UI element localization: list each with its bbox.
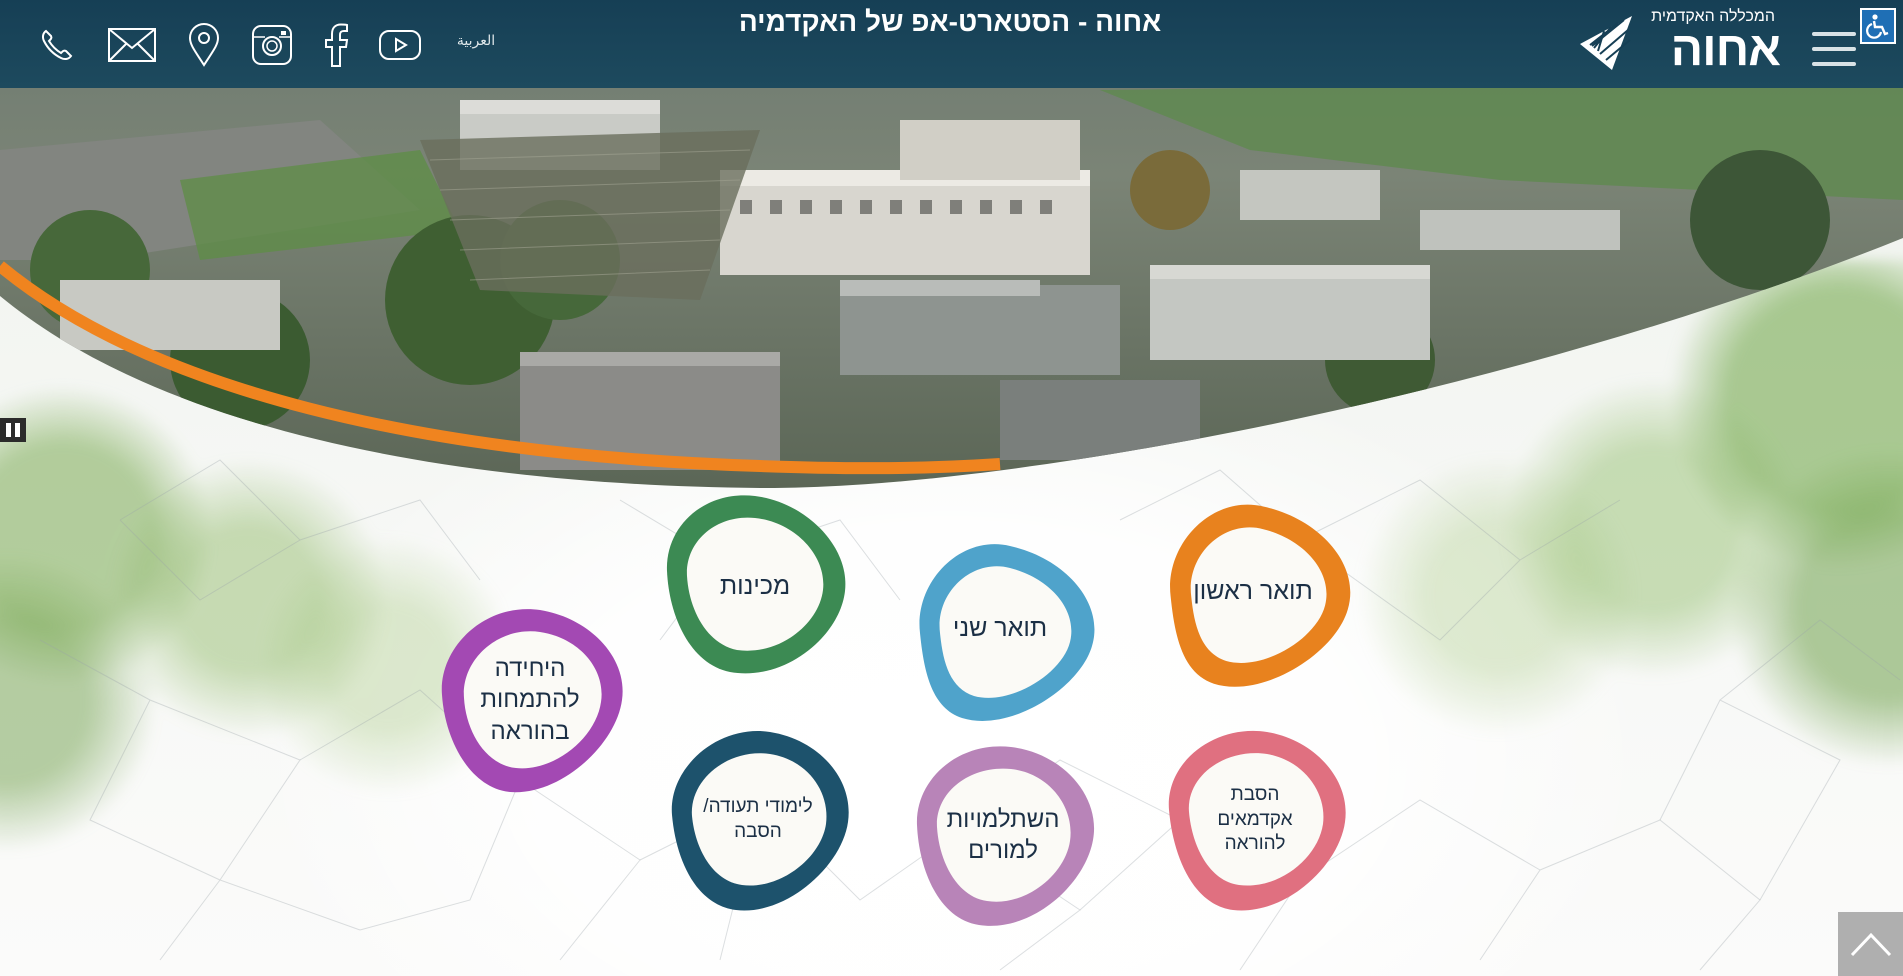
scroll-to-top-button[interactable] <box>1838 912 1903 976</box>
program-label: מכינות <box>719 571 791 600</box>
logo-name: אחוה <box>1670 23 1781 76</box>
instagram-icon[interactable] <box>248 22 296 68</box>
hamburger-line <box>1812 32 1856 36</box>
program-academic-retraining-button[interactable]: הסבת אקדמאים להוראה <box>1155 720 1355 920</box>
program-teaching-specialization-button[interactable]: היחידה להתמחות בהוראה <box>430 600 630 800</box>
program-label: השתלמויות למורים <box>946 805 1060 864</box>
mail-icon[interactable] <box>104 22 160 68</box>
facebook-icon[interactable] <box>316 22 356 68</box>
program-certificate-studies-button[interactable]: לימודי תעודה/ הסבה <box>658 720 858 920</box>
hamburger-menu-button[interactable] <box>1812 32 1856 70</box>
program-teacher-development-button[interactable]: השתלמויות למורים <box>903 735 1103 935</box>
program-label: הסבת אקדמאים להוראה <box>1217 783 1293 855</box>
phone-icon[interactable] <box>32 22 82 68</box>
site-title: אחוה - הסטארט-אפ של האקדמיה <box>738 6 1162 37</box>
program-label: היחידה להתמחות בהוראה <box>480 655 580 745</box>
program-label: לימודי תעודה/ הסבה <box>703 796 813 842</box>
program-label: תואר ראשון <box>1193 576 1313 605</box>
hamburger-line <box>1812 47 1856 51</box>
location-pin-icon[interactable] <box>180 22 228 68</box>
pause-icon[interactable] <box>0 418 26 442</box>
youtube-icon[interactable] <box>376 22 424 68</box>
hamburger-line <box>1812 62 1856 66</box>
program-preparatory-button[interactable]: מכינות <box>655 486 855 686</box>
arabic-language-link[interactable]: العربية <box>446 33 506 49</box>
chevron-up-icon <box>1850 932 1891 957</box>
program-second-degree-button[interactable]: תואר שני <box>900 528 1100 728</box>
program-first-degree-button[interactable]: תואר ראשון <box>1150 488 1356 694</box>
program-label: תואר שני <box>952 613 1048 642</box>
header-bar: العربية אחוה - הסטארט-אפ של האקדמיה המכל… <box>0 0 1903 88</box>
wheelchair-icon[interactable] <box>1860 8 1896 44</box>
